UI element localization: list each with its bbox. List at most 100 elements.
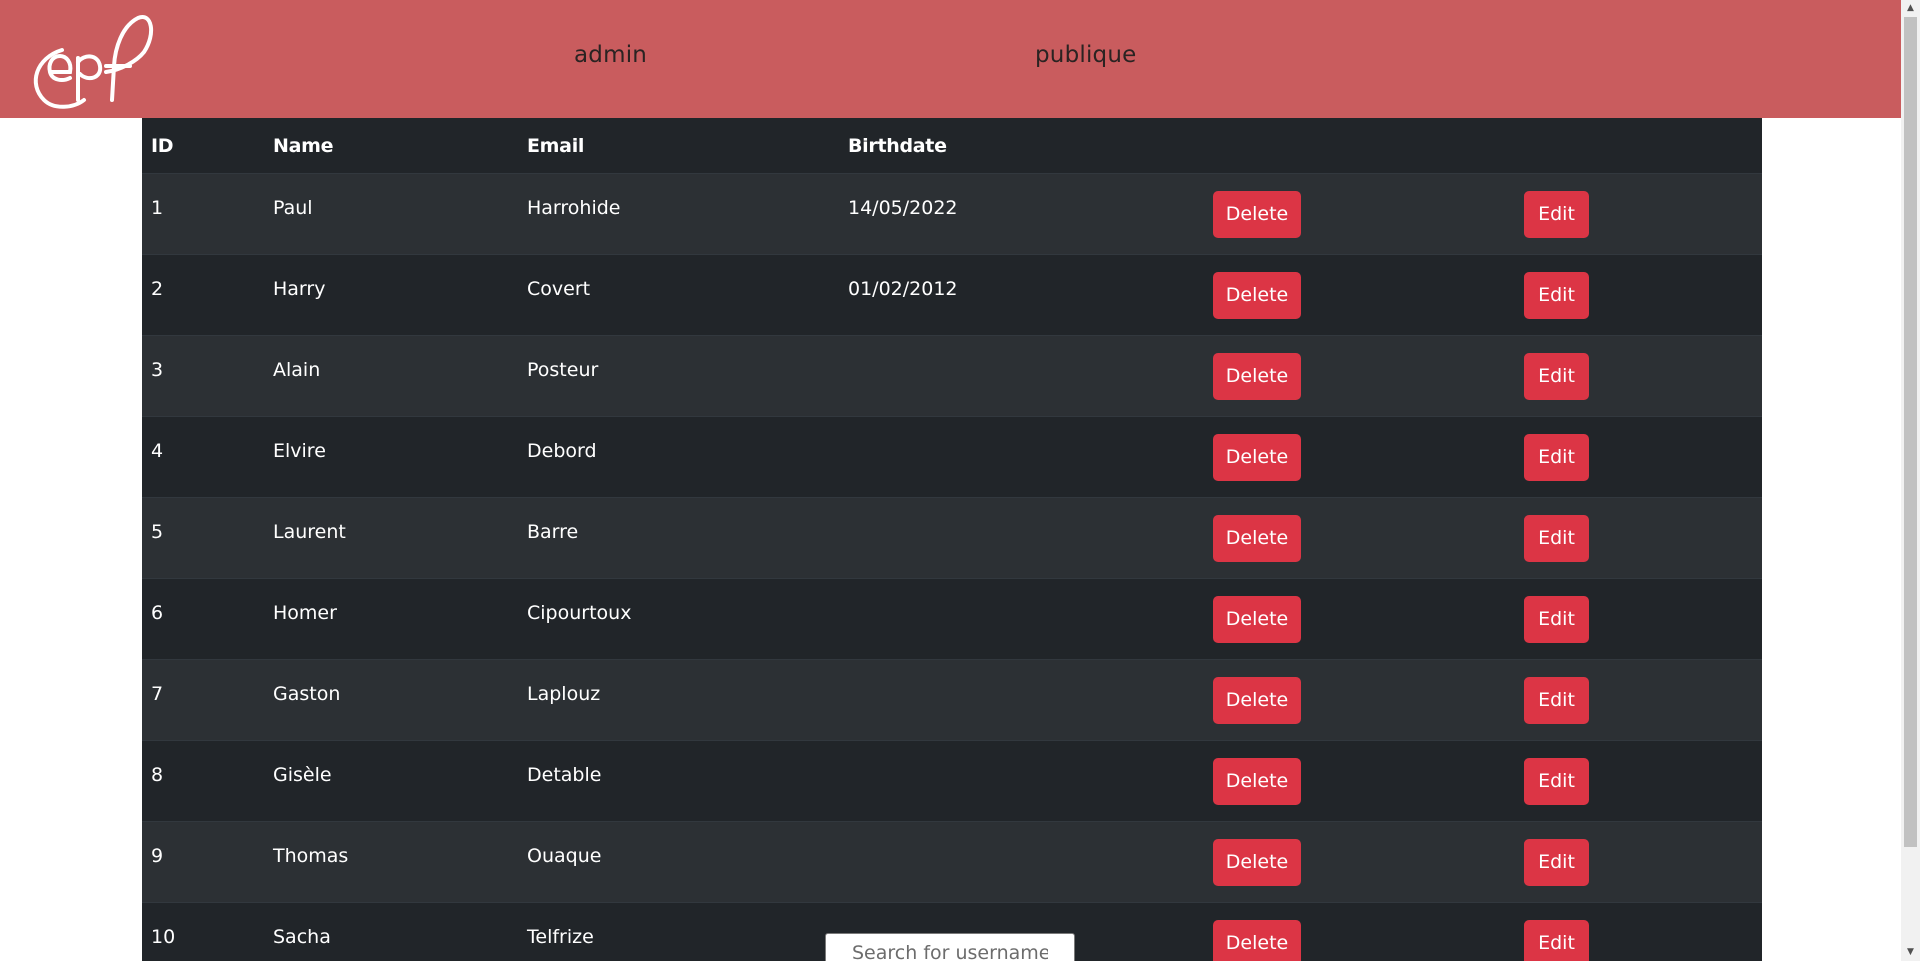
cell-id: 8 — [142, 740, 264, 822]
column-header-email: Email — [518, 118, 839, 174]
cell-birthdate — [839, 497, 1204, 579]
delete-button[interactable]: Delete — [1213, 676, 1301, 724]
cell-delete: Delete — [1204, 902, 1515, 961]
cell-name: Gisèle — [264, 740, 518, 822]
cell-id: 1 — [142, 173, 264, 255]
table-row: 5 Laurent Barre Delete Edit — [142, 497, 1762, 579]
delete-button[interactable]: Delete — [1213, 757, 1301, 805]
cell-edit: Edit — [1515, 902, 1762, 961]
cell-delete: Delete — [1204, 578, 1515, 660]
cell-birthdate — [839, 740, 1204, 822]
cell-birthdate — [839, 335, 1204, 417]
delete-button[interactable]: Delete — [1213, 433, 1301, 481]
delete-button[interactable]: Delete — [1213, 595, 1301, 643]
cell-name: Homer — [264, 578, 518, 660]
cell-delete: Delete — [1204, 335, 1515, 417]
scroll-down-arrow-icon[interactable]: ▼ — [1901, 944, 1920, 961]
column-header-edit — [1515, 118, 1762, 174]
search-input[interactable] — [825, 933, 1075, 961]
epf-logo[interactable] — [22, 8, 154, 110]
cell-id: 10 — [142, 902, 264, 961]
edit-button[interactable]: Edit — [1524, 838, 1589, 886]
cell-email: Telfrize — [518, 902, 839, 961]
cell-delete: Delete — [1204, 659, 1515, 741]
table-row: 1 Paul Harrohide 14/05/2022 Delete Edit — [142, 173, 1762, 255]
delete-button[interactable]: Delete — [1213, 514, 1301, 562]
scrollbar-thumb[interactable] — [1904, 17, 1917, 847]
cell-edit: Edit — [1515, 173, 1762, 255]
cell-delete: Delete — [1204, 497, 1515, 579]
edit-button[interactable]: Edit — [1524, 757, 1589, 805]
table-row: 8 Gisèle Detable Delete Edit — [142, 740, 1762, 822]
cell-email: Covert — [518, 254, 839, 336]
cell-delete: Delete — [1204, 254, 1515, 336]
cell-birthdate: 01/02/2012 — [839, 254, 1204, 336]
cell-edit: Edit — [1515, 335, 1762, 417]
edit-button[interactable]: Edit — [1524, 919, 1589, 961]
edit-button[interactable]: Edit — [1524, 271, 1589, 319]
edit-button[interactable]: Edit — [1524, 676, 1589, 724]
cell-delete: Delete — [1204, 416, 1515, 498]
cell-birthdate — [839, 659, 1204, 741]
table-row: 6 Homer Cipourtoux Delete Edit — [142, 578, 1762, 660]
cell-birthdate — [839, 578, 1204, 660]
cell-id: 7 — [142, 659, 264, 741]
vertical-scrollbar[interactable]: ▲ ▼ — [1901, 0, 1920, 961]
nav-link-publique[interactable]: publique — [1035, 42, 1136, 68]
cell-edit: Edit — [1515, 659, 1762, 741]
cell-id: 4 — [142, 416, 264, 498]
edit-button[interactable]: Edit — [1524, 190, 1589, 238]
delete-button[interactable]: Delete — [1213, 838, 1301, 886]
cell-name: Paul — [264, 173, 518, 255]
cell-email: Laplouz — [518, 659, 839, 741]
cell-edit: Edit — [1515, 740, 1762, 822]
cell-email: Posteur — [518, 335, 839, 417]
cell-birthdate — [839, 416, 1204, 498]
scroll-up-arrow-icon[interactable]: ▲ — [1901, 0, 1920, 17]
users-table-container: ID Name Email Birthdate 1 Paul Harrohide… — [142, 118, 1762, 961]
cell-id: 2 — [142, 254, 264, 336]
edit-button[interactable]: Edit — [1524, 514, 1589, 562]
cell-id: 5 — [142, 497, 264, 579]
cell-edit: Edit — [1515, 578, 1762, 660]
cell-delete: Delete — [1204, 173, 1515, 255]
cell-email: Harrohide — [518, 173, 839, 255]
delete-button[interactable]: Delete — [1213, 352, 1301, 400]
cell-name: Harry — [264, 254, 518, 336]
cell-edit: Edit — [1515, 497, 1762, 579]
edit-button[interactable]: Edit — [1524, 433, 1589, 481]
cell-name: Gaston — [264, 659, 518, 741]
table-header-row: ID Name Email Birthdate — [142, 118, 1762, 174]
delete-button[interactable]: Delete — [1213, 190, 1301, 238]
cell-birthdate: 14/05/2022 — [839, 173, 1204, 255]
cell-delete: Delete — [1204, 821, 1515, 903]
table-row: 7 Gaston Laplouz Delete Edit — [142, 659, 1762, 741]
table-body: 1 Paul Harrohide 14/05/2022 Delete Edit … — [142, 173, 1762, 961]
delete-button[interactable]: Delete — [1213, 271, 1301, 319]
column-header-name: Name — [264, 118, 518, 174]
table-row: 2 Harry Covert 01/02/2012 Delete Edit — [142, 254, 1762, 336]
cell-birthdate — [839, 821, 1204, 903]
edit-button[interactable]: Edit — [1524, 595, 1589, 643]
cell-email: Cipourtoux — [518, 578, 839, 660]
delete-button[interactable]: Delete — [1213, 919, 1301, 961]
users-table: ID Name Email Birthdate 1 Paul Harrohide… — [142, 118, 1762, 961]
cell-name: Elvire — [264, 416, 518, 498]
cell-id: 9 — [142, 821, 264, 903]
top-navbar: admin publique — [0, 0, 1901, 118]
cell-name: Laurent — [264, 497, 518, 579]
table-row: 9 Thomas Ouaque Delete Edit — [142, 821, 1762, 903]
column-header-id: ID — [142, 118, 264, 174]
cell-name: Alain — [264, 335, 518, 417]
cell-name: Thomas — [264, 821, 518, 903]
column-header-delete — [1204, 118, 1515, 174]
cell-edit: Edit — [1515, 416, 1762, 498]
cell-id: 6 — [142, 578, 264, 660]
edit-button[interactable]: Edit — [1524, 352, 1589, 400]
cell-email: Debord — [518, 416, 839, 498]
nav-link-admin[interactable]: admin — [574, 42, 647, 68]
table-header: ID Name Email Birthdate — [142, 118, 1762, 174]
cell-email: Ouaque — [518, 821, 839, 903]
cell-name: Sacha — [264, 902, 518, 961]
cell-edit: Edit — [1515, 254, 1762, 336]
